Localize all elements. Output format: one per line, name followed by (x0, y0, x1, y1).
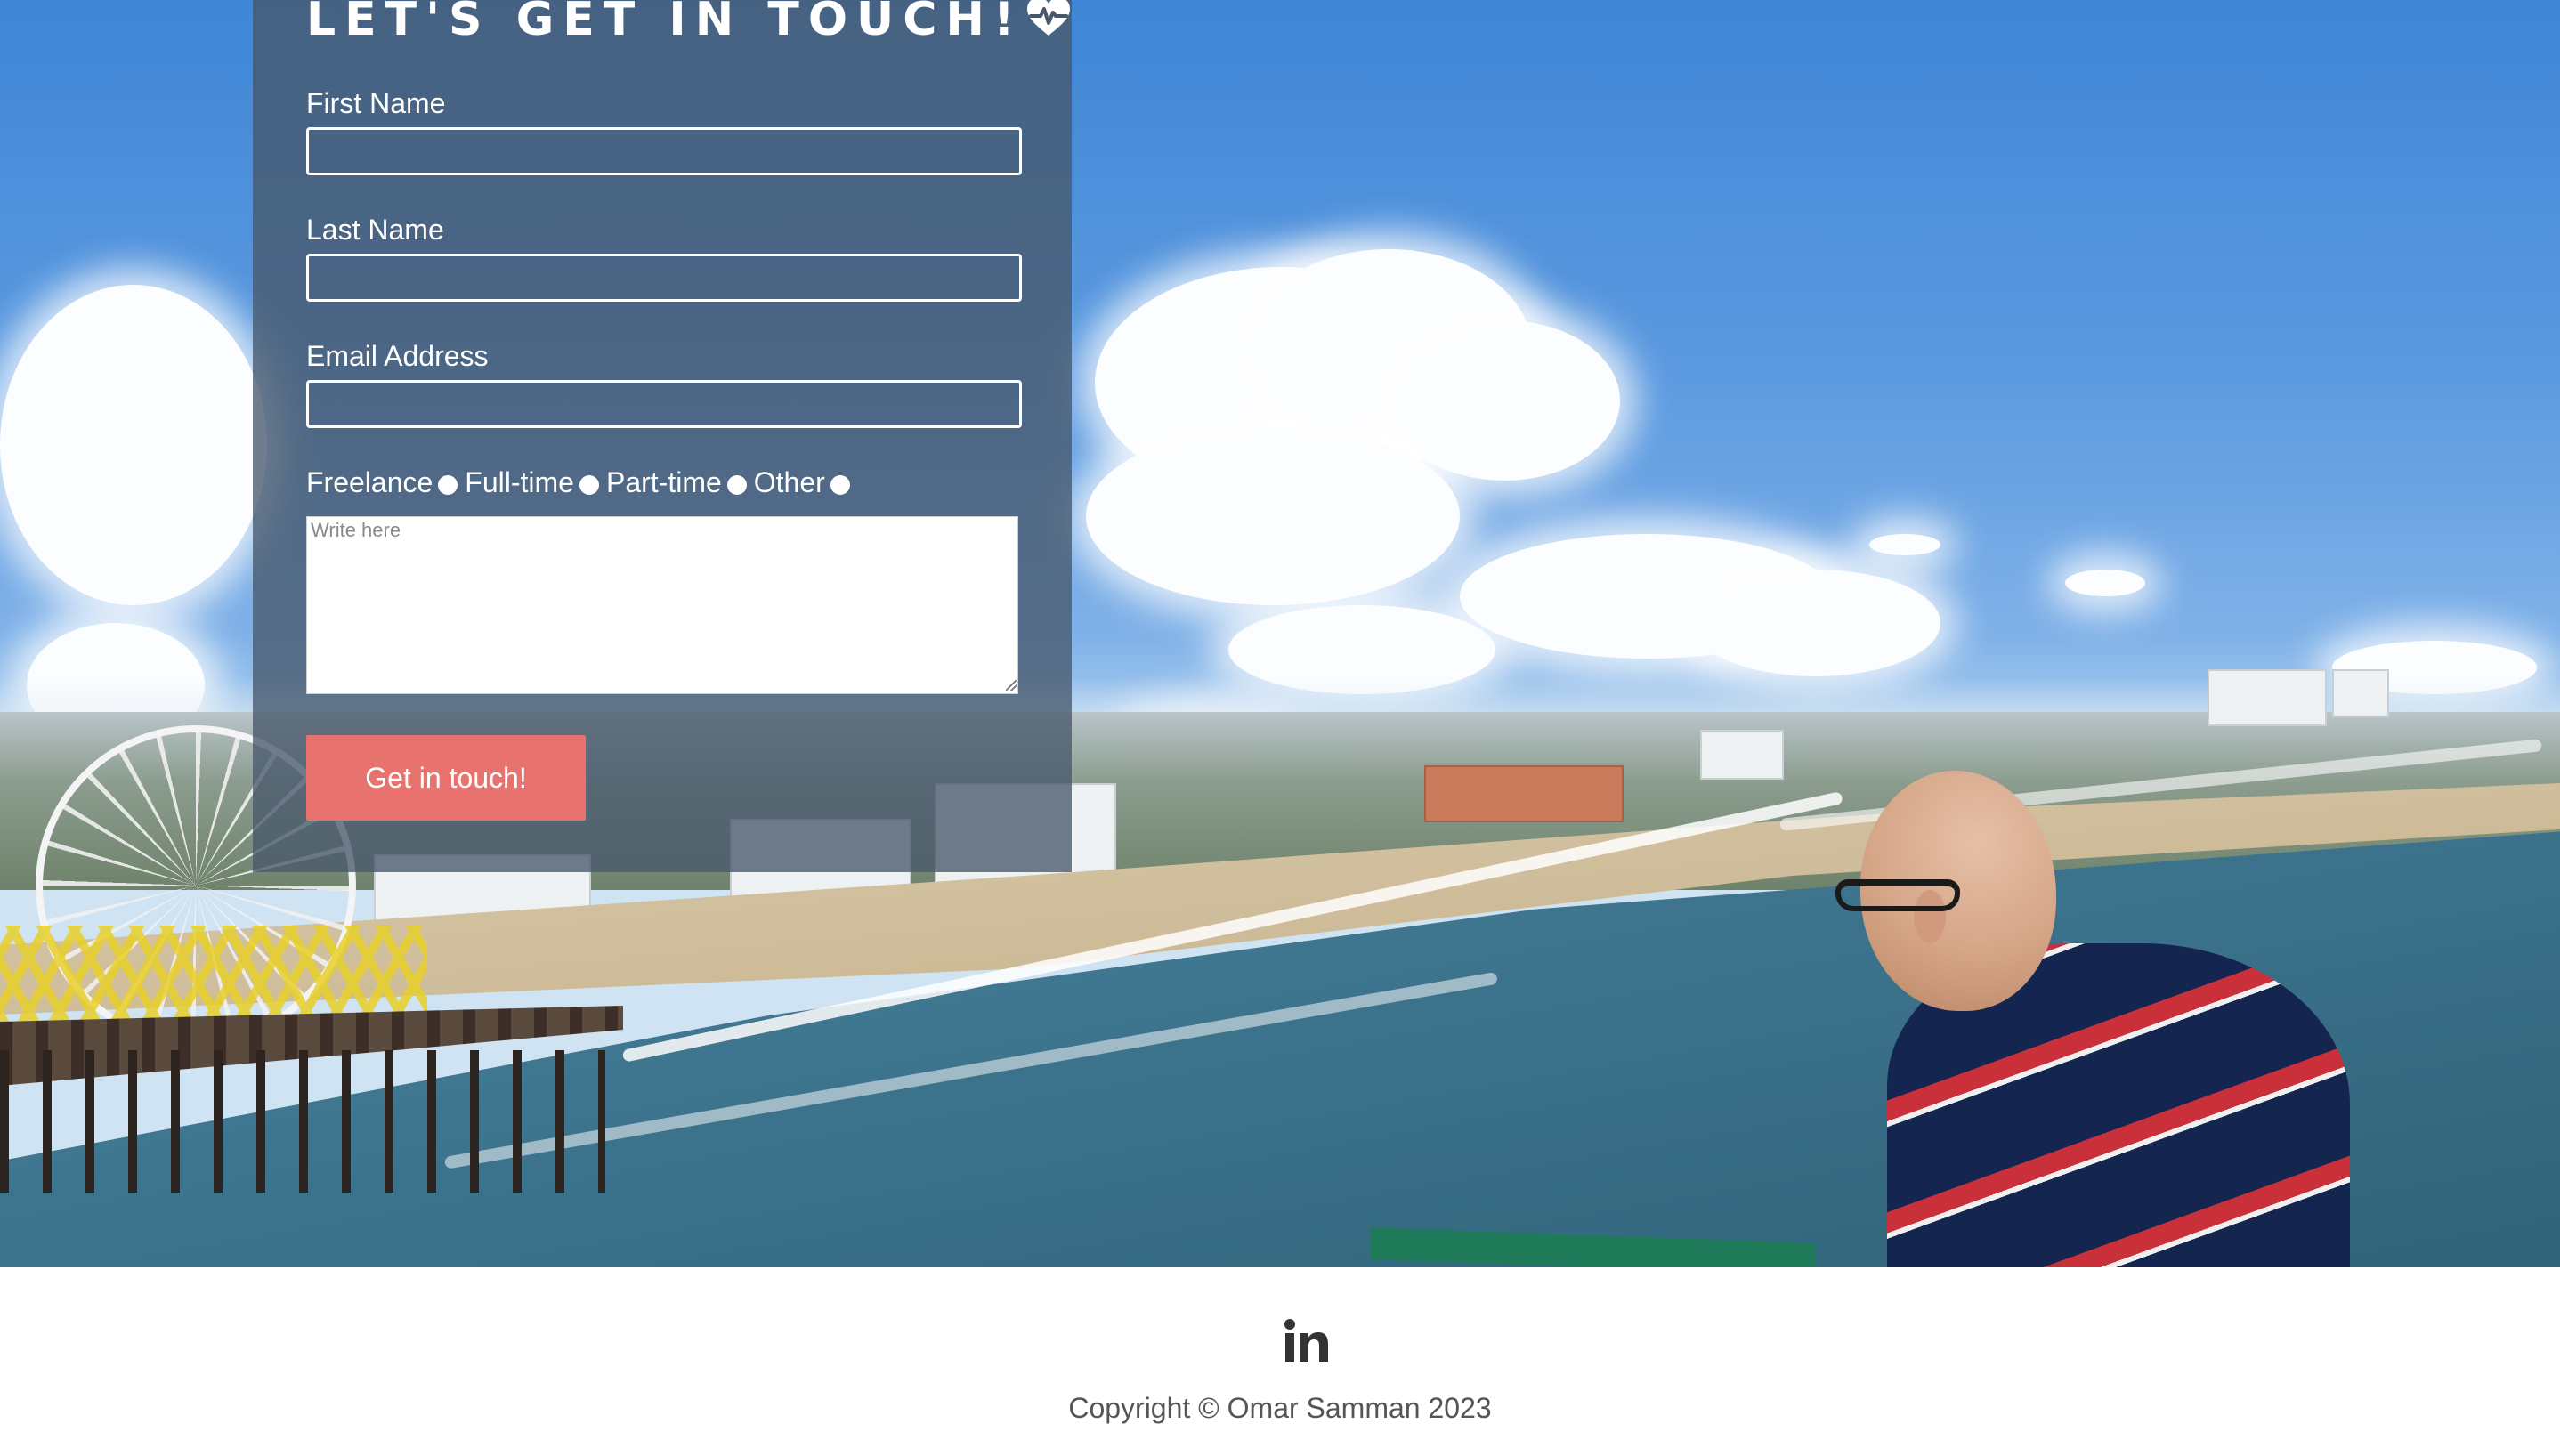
email-label: Email Address (306, 340, 489, 372)
radio-other[interactable] (830, 475, 850, 495)
contact-form-panel: LET'S GET IN TOUCH! First Name Last Name… (253, 0, 1072, 872)
first-name-input[interactable] (306, 127, 1022, 175)
form-title-text: LET'S GET IN TOUCH! (306, 0, 1024, 46)
last-name-input[interactable] (306, 254, 1022, 302)
radio-label-full-time: Full-time (465, 466, 574, 498)
copyright-text: Copyright © Omar Samman 2023 (1068, 1392, 1492, 1424)
email-input[interactable] (306, 380, 1022, 428)
first-name-label: First Name (306, 87, 446, 119)
radio-part-time[interactable] (726, 475, 747, 495)
footer: Copyright © Omar Samman 2023 (0, 1267, 2560, 1456)
radio-freelance[interactable] (438, 475, 458, 495)
employment-type-radio-group: Freelance Full-time Part-time Other (306, 463, 857, 502)
radio-label-other: Other (753, 466, 825, 498)
last-name-label: Last Name (306, 214, 444, 246)
heart-pulse-icon (1025, 0, 1072, 54)
radio-full-time[interactable] (579, 475, 599, 495)
form-title: LET'S GET IN TOUCH! (306, 0, 1072, 54)
textarea-resize-handle[interactable] (1006, 680, 1017, 691)
message-textarea[interactable] (306, 516, 1018, 694)
get-in-touch-button[interactable]: Get in touch! (306, 735, 586, 821)
radio-label-freelance: Freelance (306, 466, 433, 498)
linkedin-icon[interactable] (1282, 1317, 1330, 1365)
radio-label-part-time: Part-time (605, 466, 722, 498)
